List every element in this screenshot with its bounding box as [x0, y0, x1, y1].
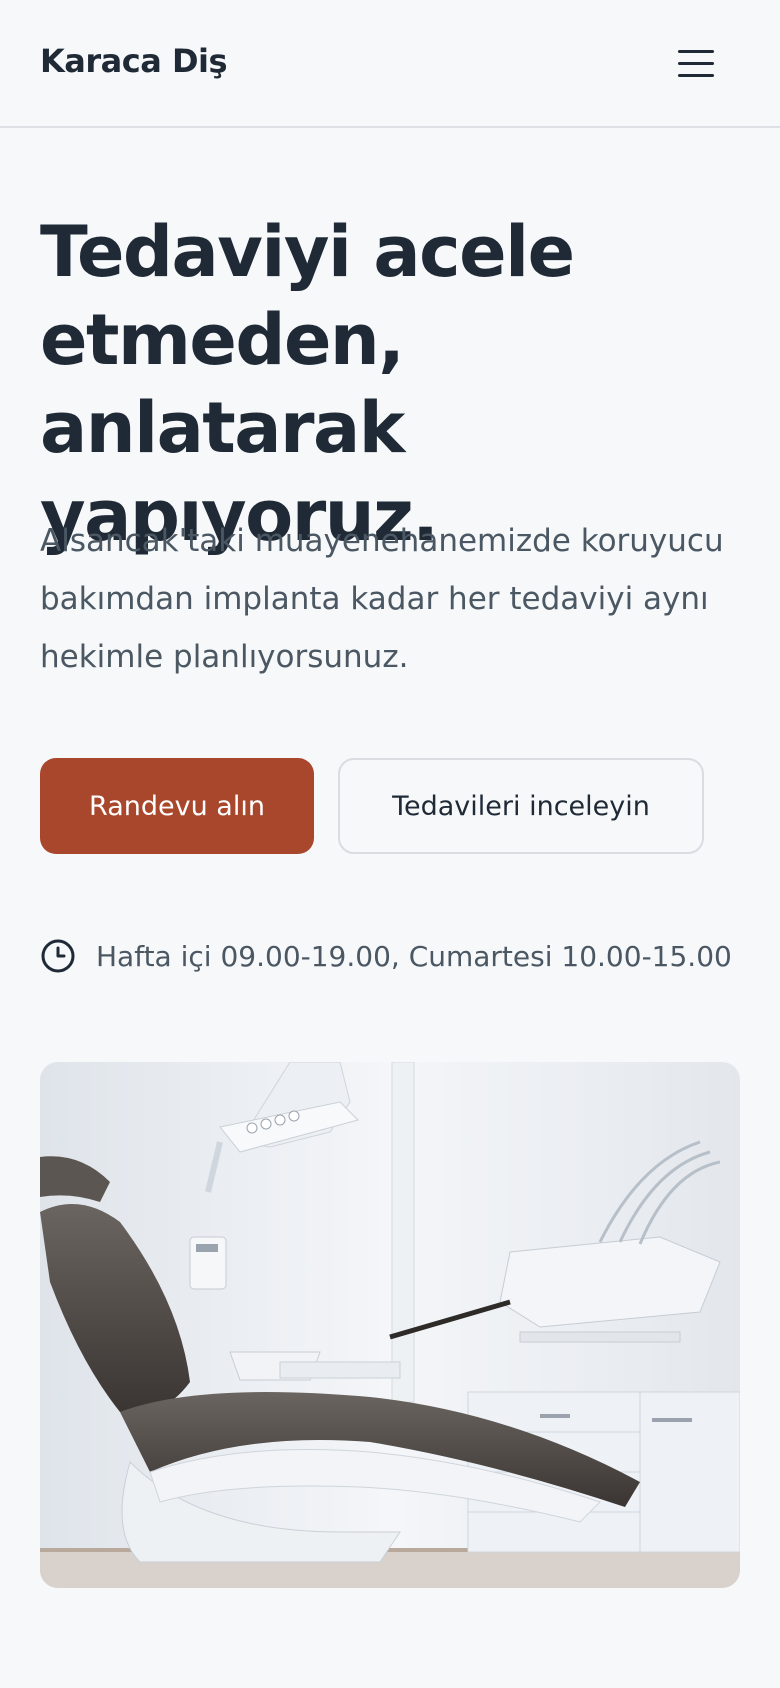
view-treatments-button[interactable]: Tedavileri inceleyin: [338, 758, 704, 854]
clock-icon: [40, 938, 76, 974]
hero-description: Alsancak'taki muayenehanemizde koruyucu …: [40, 523, 724, 675]
hamburger-menu-icon[interactable]: [672, 44, 720, 84]
menu-bar: [678, 62, 714, 65]
site-header: Karaca Diş: [0, 0, 780, 128]
dental-clinic-photo: [40, 1062, 740, 1588]
book-appointment-button[interactable]: Randevu alın: [40, 758, 314, 854]
hero-title: Tedaviyi acele etmeden, anlatarak yapıyo…: [40, 211, 575, 557]
menu-bar: [678, 50, 714, 53]
brand-logo[interactable]: Karaca Diş: [40, 42, 228, 80]
opening-hours: Hafta içi 09.00-19.00, Cumartesi 10.00-1…: [40, 936, 732, 976]
opening-hours-text: Hafta içi 09.00-19.00, Cumartesi 10.00-1…: [96, 939, 732, 973]
menu-bar: [678, 74, 714, 77]
